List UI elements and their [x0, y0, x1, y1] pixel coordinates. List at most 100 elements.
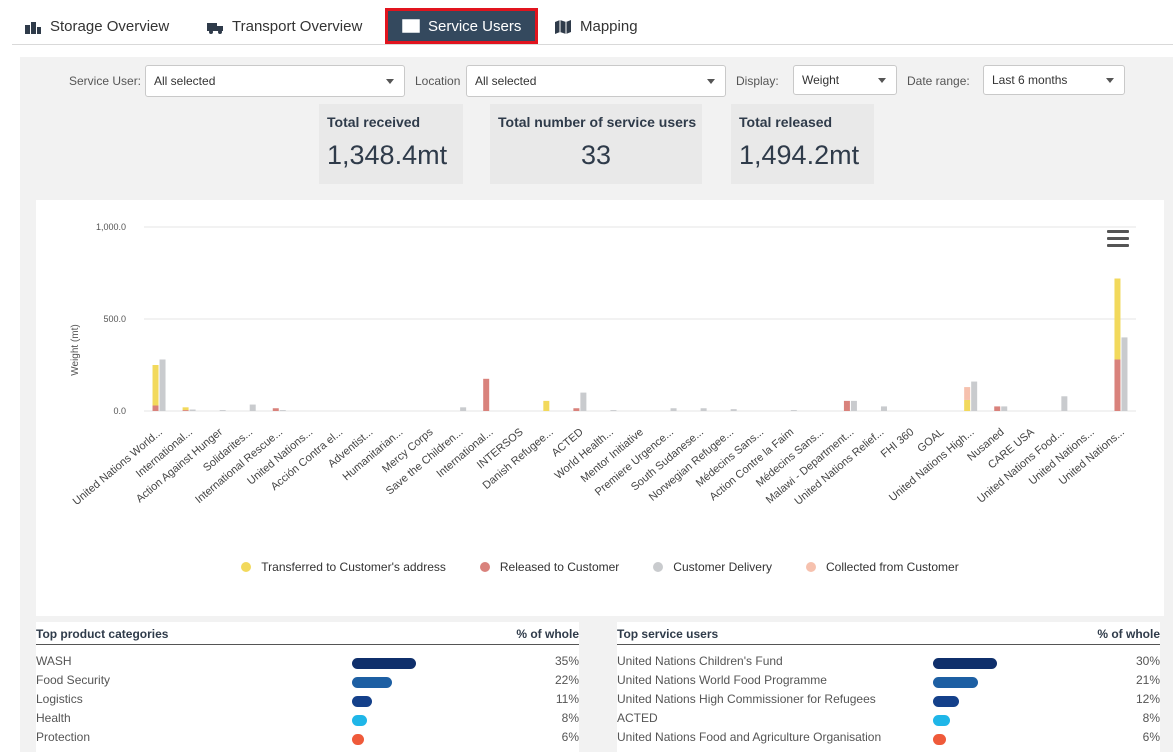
bar[interactable] — [843, 400, 850, 411]
bar[interactable] — [152, 365, 159, 406]
y-tick-label: 1,000.0 — [96, 222, 126, 232]
bar[interactable] — [272, 408, 279, 411]
date-range-select[interactable]: Last 6 months — [983, 65, 1125, 95]
row-percent: 8% — [1142, 711, 1160, 725]
bar[interactable] — [159, 359, 166, 411]
bar[interactable] — [994, 406, 1001, 411]
bar[interactable] — [730, 409, 737, 411]
tab-service-users[interactable]: Service Users — [385, 8, 539, 44]
bar[interactable] — [880, 406, 887, 411]
row-bar — [352, 677, 393, 688]
table-row[interactable]: Protection 6% — [36, 730, 579, 749]
row-bar — [352, 658, 416, 669]
bar[interactable] — [1121, 337, 1128, 411]
chevron-down-icon — [878, 78, 886, 83]
bar[interactable] — [1001, 406, 1008, 411]
table-row[interactable]: United Nations Children's Fund 30% — [617, 654, 1160, 673]
bar[interactable] — [1114, 359, 1121, 411]
row-bar — [933, 677, 978, 688]
bar[interactable] — [971, 381, 978, 411]
table-row[interactable]: Food Security 22% — [36, 673, 579, 692]
tab-transport-overview[interactable]: Transport Overview — [206, 10, 362, 43]
bar[interactable] — [182, 407, 189, 411]
legend-label: Released to Customer — [499, 560, 620, 574]
table-row[interactable]: United Nations High Commissioner for Ref… — [617, 692, 1160, 711]
bar[interactable] — [219, 410, 226, 411]
chevron-down-icon — [386, 79, 394, 84]
table-header: Top service users % of whole — [617, 627, 1160, 645]
bar[interactable] — [182, 410, 189, 411]
bar[interactable] — [964, 387, 971, 400]
bar[interactable] — [1114, 278, 1121, 360]
pct-header: % of whole — [1097, 627, 1160, 641]
card-title: Total received — [327, 114, 421, 130]
legend-label: Customer Delivery — [673, 560, 772, 574]
table-row[interactable]: ACTED 8% — [617, 711, 1160, 730]
bar[interactable] — [543, 400, 550, 411]
legend-item[interactable]: Customer Delivery — [653, 558, 772, 576]
bar[interactable] — [249, 404, 256, 411]
location-select[interactable]: All selected — [466, 65, 726, 97]
row-bar — [933, 658, 997, 669]
bar[interactable] — [700, 408, 707, 411]
bar[interactable] — [152, 405, 159, 411]
legend-item[interactable]: Transferred to Customer's address — [241, 558, 446, 576]
bar[interactable] — [189, 409, 196, 411]
row-percent: 6% — [1142, 730, 1160, 744]
card-title: Total released — [739, 114, 833, 130]
card-title: Total number of service users — [498, 114, 697, 130]
table-row[interactable]: United Nations Food and Agriculture Orga… — [617, 730, 1160, 749]
display-value: Weight — [802, 73, 840, 87]
list-icon — [402, 19, 420, 33]
bar[interactable] — [670, 408, 677, 411]
service-user-select[interactable]: All selected — [145, 65, 405, 97]
row-bar — [352, 696, 373, 707]
hamburger-menu-icon[interactable] — [1107, 230, 1129, 248]
service-user-value: All selected — [154, 74, 216, 88]
row-label: Health — [36, 711, 71, 725]
legend-label: Transferred to Customer's address — [261, 560, 446, 574]
bar[interactable] — [1061, 396, 1068, 411]
row-bar — [352, 715, 367, 726]
tab-label: Transport Overview — [232, 18, 363, 35]
weight-bar-chart: 0.0 500.0 1,000.0 Weight (mt) United Natio… — [36, 200, 1164, 616]
row-label: United Nations High Commissioner for Ref… — [617, 692, 876, 706]
bar[interactable] — [790, 410, 797, 411]
chevron-down-icon — [1106, 78, 1114, 83]
bar[interactable] — [573, 408, 580, 411]
bar[interactable] — [610, 410, 617, 411]
bar[interactable] — [279, 410, 286, 411]
table-row[interactable]: WASH 35% — [36, 654, 579, 673]
legend-item[interactable]: Collected from Customer — [805, 558, 959, 576]
tab-mapping[interactable]: Mapping — [554, 10, 638, 43]
bar[interactable] — [483, 378, 490, 411]
table-row[interactable]: Logistics 11% — [36, 692, 579, 711]
top-product-categories-table: Top product categories % of whole WASH 35… — [36, 622, 579, 752]
legend-dot-icon — [653, 562, 664, 572]
bar[interactable] — [964, 399, 971, 411]
row-label: United Nations Food and Agriculture Orga… — [617, 730, 882, 744]
y-tick-label: 0.0 — [113, 406, 126, 416]
tab-label: Mapping — [580, 18, 638, 35]
table-header: Top product categories % of whole — [36, 627, 579, 645]
x-tick-label: FHI 360 — [879, 426, 917, 460]
legend-item[interactable]: Released to Customer — [479, 558, 620, 576]
row-label: ACTED — [617, 711, 658, 725]
date-range-label: Date range: — [907, 74, 970, 88]
truck-icon — [207, 22, 223, 34]
row-label: United Nations World Food Programme — [617, 673, 827, 687]
row-bar — [933, 696, 959, 707]
total-received-card: Total received 1,348.4mt — [319, 104, 463, 184]
display-select[interactable]: Weight — [793, 65, 897, 95]
map-icon — [555, 19, 571, 34]
bar[interactable] — [580, 392, 587, 411]
table-row[interactable]: United Nations World Food Programme 21% — [617, 673, 1160, 692]
row-percent: 22% — [554, 673, 579, 687]
bar[interactable] — [460, 407, 467, 411]
tab-storage-overview[interactable]: Storage Overview — [24, 10, 169, 43]
card-value: 1,348.4mt — [327, 140, 448, 170]
table-row[interactable]: Health 8% — [36, 711, 579, 730]
bar[interactable] — [850, 400, 857, 411]
pct-header: % of whole — [516, 627, 579, 641]
tab-label: Storage Overview — [50, 18, 170, 35]
